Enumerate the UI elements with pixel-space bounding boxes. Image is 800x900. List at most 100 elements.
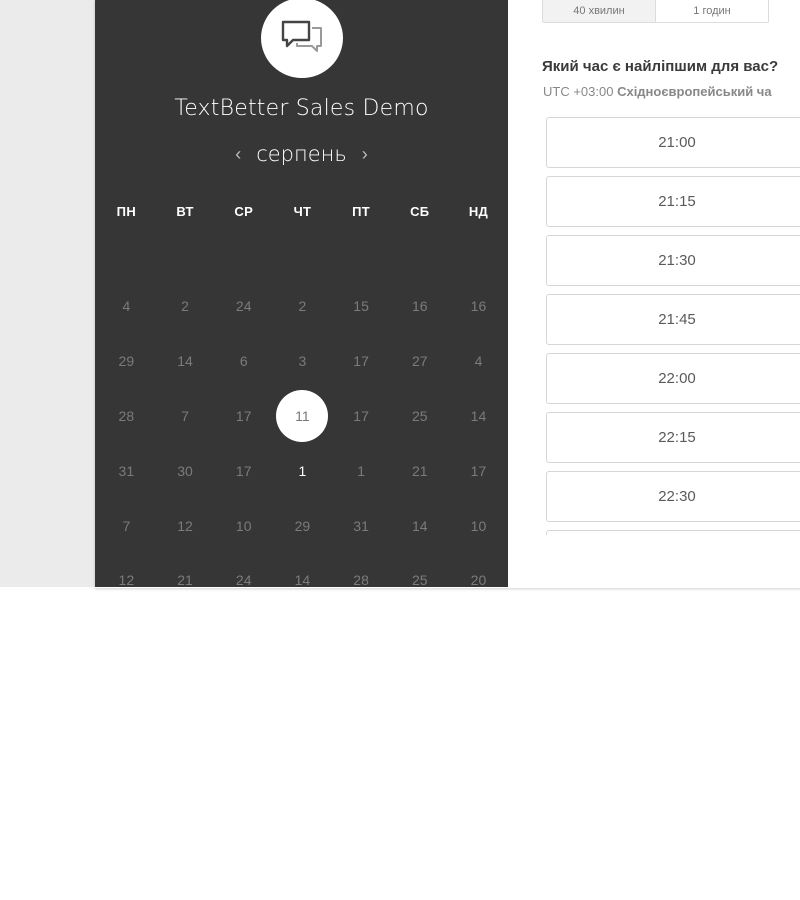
calendar-day-number: 14 bbox=[470, 407, 487, 424]
time-panel: 40 хвилин 1 годин Який час є найліпшим д… bbox=[508, 0, 800, 587]
calendar-day-selected[interactable]: 11 bbox=[273, 389, 332, 444]
calendar-day[interactable]: 1 bbox=[273, 443, 332, 498]
calendar-day[interactable]: 29 bbox=[273, 498, 332, 553]
calendar-day[interactable]: 4 bbox=[449, 334, 508, 389]
calendar-day-number: 30 bbox=[177, 462, 193, 479]
calendar-day[interactable]: 12 bbox=[97, 553, 156, 587]
calendar-day[interactable]: 27 bbox=[390, 334, 449, 389]
calendar-day[interactable]: 10 bbox=[214, 498, 273, 553]
calendar-day[interactable]: 17 bbox=[332, 334, 391, 389]
calendar-day-number: 11 bbox=[276, 389, 329, 442]
calendar-day-number: 2 bbox=[181, 298, 189, 315]
calendar-week-row: 31 30 17 1 1 21 17 bbox=[97, 443, 508, 498]
calendar-day[interactable]: 25 bbox=[390, 389, 449, 444]
calendar-day-number: 17 bbox=[353, 353, 369, 370]
time-slot-button[interactable]: 21:30 bbox=[546, 235, 800, 286]
calendar-day[interactable]: 14 bbox=[449, 389, 508, 444]
calendar-day-number: 17 bbox=[353, 407, 369, 424]
prev-month-button[interactable]: ‹ bbox=[226, 142, 250, 166]
calendar-day[interactable]: 21 bbox=[156, 553, 215, 587]
calendar-day[interactable]: 2 bbox=[273, 279, 332, 334]
time-slot-button[interactable]: 21:45 bbox=[546, 294, 800, 345]
calendar-day-number: 25 bbox=[411, 407, 428, 424]
calendar-day[interactable]: 16 bbox=[449, 279, 508, 334]
calendar-day[interactable]: 31 bbox=[332, 498, 391, 553]
calendar-day-number: 27 bbox=[411, 353, 428, 370]
time-question: Який час є найліпшим для вас? bbox=[542, 58, 779, 75]
calendar-day[interactable]: 24 bbox=[214, 279, 273, 334]
weekday-label: ПН bbox=[116, 204, 137, 219]
duration-option-1h[interactable]: 1 годин bbox=[656, 0, 768, 22]
calendar-day[interactable]: 15 bbox=[332, 279, 391, 334]
duration-option-40min[interactable]: 40 хвилин bbox=[543, 0, 656, 22]
calendar-day-number: 31 bbox=[118, 462, 135, 479]
weekday-label: СБ bbox=[410, 204, 430, 219]
calendar-day[interactable]: 10 bbox=[449, 498, 508, 553]
calendar-grid: 4 2 24 2 15 16 16 29 14 6 3 17 27 4 28 7 17 11 17 25 14 31 30 1… bbox=[97, 279, 508, 587]
calendar-day[interactable]: 6 bbox=[214, 334, 273, 389]
calendar-day-number: 6 bbox=[239, 353, 248, 370]
calendar-day[interactable]: 21 bbox=[390, 443, 449, 498]
calendar-week-row: 28 7 17 11 17 25 14 bbox=[97, 389, 508, 444]
timezone-offset: UTC +03:00 bbox=[543, 84, 614, 99]
time-slot-button[interactable]: 21:15 bbox=[546, 176, 800, 227]
calendar-day-number: 29 bbox=[118, 353, 135, 370]
month-navigator: ‹ серпень › bbox=[95, 142, 508, 166]
calendar-day[interactable]: 17 bbox=[214, 389, 273, 444]
duration-toggle: 40 хвилин 1 годин bbox=[542, 0, 769, 23]
calendar-day-number: 7 bbox=[122, 517, 131, 534]
calendar-panel: TextBetter Sales Demo ‹ серпень › ПН ВТ СР… bbox=[95, 0, 508, 587]
calendar-day[interactable]: 30 bbox=[156, 443, 215, 498]
calendar-day[interactable]: 17 bbox=[332, 389, 391, 444]
calendar-day[interactable]: 7 bbox=[156, 389, 215, 444]
calendar-day-number: 25 bbox=[411, 572, 428, 587]
calendar-day[interactable]: 25 bbox=[390, 553, 449, 587]
calendar-day-number: 4 bbox=[474, 353, 483, 370]
weekday-label: ПТ bbox=[352, 204, 371, 219]
calendar-day-number: 28 bbox=[353, 572, 369, 587]
calendar-day[interactable]: 24 bbox=[214, 553, 273, 587]
calendar-day[interactable]: 31 bbox=[97, 443, 156, 498]
calendar-day[interactable]: 16 bbox=[390, 279, 449, 334]
calendar-day[interactable]: 14 bbox=[156, 334, 215, 389]
calendar-day[interactable]: 2 bbox=[156, 279, 215, 334]
calendar-day[interactable]: 14 bbox=[390, 498, 449, 553]
calendar-week-row: 29 14 6 3 17 27 4 bbox=[97, 334, 508, 389]
time-slot-button[interactable]: 22:30 bbox=[546, 471, 800, 522]
calendar-day-number: 17 bbox=[235, 407, 252, 424]
calendar-day[interactable]: 17 bbox=[214, 443, 273, 498]
calendar-week-row: 4 2 24 2 15 16 16 bbox=[97, 279, 508, 334]
calendar-day-number: 16 bbox=[470, 298, 487, 315]
calendar-day-number: 12 bbox=[118, 572, 135, 587]
time-slot-button[interactable]: 21:00 bbox=[546, 117, 800, 168]
calendar-day-number: 21 bbox=[177, 572, 193, 587]
calendar-day[interactable]: 20 bbox=[449, 553, 508, 587]
calendar-week-row: 7 12 10 29 31 14 10 bbox=[97, 498, 508, 553]
calendar-day[interactable]: 1 bbox=[332, 443, 391, 498]
calendar-day[interactable]: 29 bbox=[97, 334, 156, 389]
calendar-day-number: 17 bbox=[235, 462, 252, 479]
time-slot-button[interactable]: 22:15 bbox=[546, 412, 800, 463]
timezone-selector[interactable]: UTC +03:00 Східноєвропейський ча bbox=[543, 84, 772, 99]
weekday-label: ЧТ bbox=[293, 204, 312, 219]
calendar-day-number: 31 bbox=[353, 517, 369, 534]
calendar-day-number: 14 bbox=[411, 517, 428, 534]
calendar-day[interactable]: 3 bbox=[273, 334, 332, 389]
calendar-day-number: 21 bbox=[411, 462, 428, 479]
calendar-day[interactable]: 4 bbox=[97, 279, 156, 334]
calendar-week-row: 12 21 24 14 28 25 20 bbox=[97, 553, 508, 587]
next-month-button[interactable]: › bbox=[353, 142, 377, 166]
page-background bbox=[0, 0, 95, 587]
time-slot-list[interactable]: 21:00 21:15 21:30 21:45 22:00 22:15 22:30 bbox=[546, 117, 800, 535]
calendar-day-number: 4 bbox=[122, 298, 131, 315]
weekday-label: СР bbox=[234, 204, 254, 219]
weekday-header: ПН ВТ СР ЧТ ПТ СБ НД bbox=[95, 204, 508, 219]
calendar-day[interactable]: 28 bbox=[97, 389, 156, 444]
calendar-day[interactable]: 7 bbox=[97, 498, 156, 553]
time-slot-button[interactable] bbox=[546, 530, 800, 535]
time-slot-button[interactable]: 22:00 bbox=[546, 353, 800, 404]
calendar-day[interactable]: 14 bbox=[273, 553, 332, 587]
calendar-day[interactable]: 12 bbox=[156, 498, 215, 553]
calendar-day[interactable]: 28 bbox=[332, 553, 391, 587]
calendar-day[interactable]: 17 bbox=[449, 443, 508, 498]
